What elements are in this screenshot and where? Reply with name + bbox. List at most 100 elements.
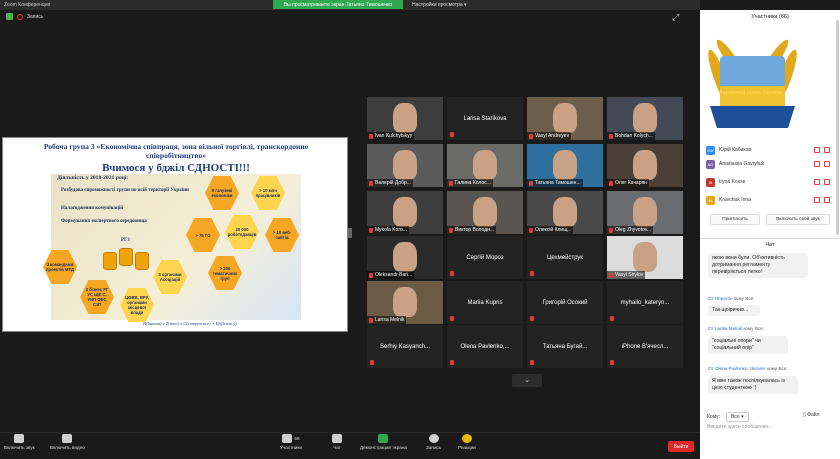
participants-scrollbar[interactable] [836, 20, 839, 235]
invite-button[interactable]: Пригласить [710, 214, 760, 225]
leave-meeting-button[interactable]: Выйти [668, 441, 694, 452]
participant-video [553, 197, 577, 227]
record-icon [428, 434, 439, 443]
participant-tile[interactable]: Serhiy Kasyanch... [367, 325, 443, 368]
participant-tile[interactable]: Татьяна Тимошен... [527, 144, 603, 187]
security-shield-icon[interactable] [6, 13, 13, 20]
chat-input[interactable]: Введите здесь сообщение... [707, 424, 832, 434]
participant-row[interactable]: AG Anastasiia Gavryliuk [706, 158, 834, 170]
window-title: Zoom Конференция [4, 2, 51, 8]
participant-tile[interactable]: Галина Колос... [447, 144, 523, 187]
participant-tile[interactable]: Виктор Володи... [447, 191, 523, 234]
gallery-next-page-button[interactable]: ⌄ [512, 374, 542, 387]
participant-row[interactable]: KI Kravchuk Inna [706, 194, 834, 206]
avatar: ЮК [706, 145, 715, 155]
chat-recipient: кому Все: [733, 296, 755, 301]
participant-tile[interactable]: Vasyl Andreyev [527, 97, 603, 140]
mic-muted-icon [610, 316, 614, 321]
participant-tile[interactable]: Сергій Мороз [447, 236, 523, 279]
participant-name-text: Татьяна Тимошен... [535, 180, 581, 186]
mic-muted-icon [369, 317, 373, 323]
participant-tile[interactable]: Oleg Zhyvotov... [607, 191, 683, 234]
participant-row-name: Iryna Kosse [719, 179, 746, 185]
participant-tile[interactable]: myhailo_kateryn... [607, 281, 683, 324]
mic-muted-icon [529, 180, 533, 186]
honey-jars-image: РГ3 [103, 238, 163, 278]
participant-tile[interactable]: Олег Качарян [607, 144, 683, 187]
participant-tile[interactable]: Larisa Starikova [447, 97, 523, 140]
record-button[interactable]: Запись [426, 434, 441, 450]
participant-name-text: Oleksandr Bari... [375, 272, 413, 278]
record-dot-icon [17, 13, 23, 20]
chat-button[interactable]: Чат [332, 434, 342, 450]
participant-video [553, 103, 577, 133]
participant-tile[interactable]: Larisa Melnik [367, 281, 443, 324]
view-options-button[interactable]: Настройки просмотра ▾ [412, 0, 467, 9]
participant-name: Ivan Kulchytskyy [367, 132, 415, 140]
share-screen-button[interactable]: Демонстрация экрана [360, 434, 407, 450]
participant-tile[interactable]: Mariia Kupris [447, 281, 523, 324]
participant-tile[interactable]: Олексій Клищ... [527, 191, 603, 234]
chat-message-meta: От Larisa Melnik кому Все: [708, 326, 764, 331]
reactions-button[interactable]: Реакции [458, 434, 476, 450]
sharing-banner: Вы просматриваете экран Татьяна Тимошенк… [273, 0, 403, 9]
participant-name-text: Сергій Мороз [466, 254, 504, 261]
mic-muted-icon [530, 316, 534, 321]
video-button[interactable]: Включить видео [50, 434, 85, 450]
mic-muted-icon [814, 179, 820, 185]
participant-tile[interactable]: iPhone B'ячесл... [607, 325, 683, 368]
unmute-me-button[interactable]: Включить свой звук [766, 214, 830, 225]
participant-status-icons [814, 179, 830, 185]
participant-status-icons [814, 197, 830, 203]
split-resize-handle[interactable] [348, 228, 352, 238]
participant-tile[interactable]: Григорій Осокий [527, 281, 603, 324]
mic-muted-icon [814, 161, 820, 167]
participant-tile[interactable]: Татьяна Бугай... [527, 325, 603, 368]
video-off-icon [62, 434, 73, 443]
share-screen-icon [378, 434, 389, 443]
mic-muted-icon [610, 360, 614, 365]
mic-muted-icon [609, 227, 613, 233]
participant-name-text: Bohdan Kolych... [615, 133, 653, 139]
participant-name-text: Григорій Осокий [542, 299, 588, 306]
chat-sender: От Larisa Melnik [708, 326, 743, 331]
video-off-icon [824, 147, 830, 153]
mute-button[interactable]: Включить звук [4, 434, 35, 450]
participant-tile[interactable]: Цехмейструк [527, 236, 603, 279]
to-dropdown[interactable]: Все ▾ [726, 412, 749, 422]
participant-tile[interactable]: Ivan Kulchytskyy [367, 97, 443, 140]
participant-row[interactable]: IK Iryna Kosse [706, 176, 834, 188]
participant-name-text: Валерій Добр... [375, 180, 411, 186]
participant-name-text: Татьяна Бугай... [542, 343, 588, 350]
participants-icon [282, 434, 293, 443]
participant-name-text: iPhone B'ячесл... [621, 343, 669, 350]
participant-row-name: Юрій Кабаков [719, 147, 752, 153]
fullscreen-icon[interactable]: ⤢ [672, 12, 679, 23]
slide-bullet: Формування експертного середовища [61, 219, 147, 224]
participants-button[interactable]: 66 Участники [280, 434, 302, 450]
participant-name-text: Serhiy Kasyanch... [379, 343, 431, 350]
participant-video [393, 150, 417, 180]
participant-tile[interactable]: Валерій Добр... [367, 144, 443, 187]
participant-tile[interactable]: Bohdan Kolych... [607, 97, 683, 140]
file-button[interactable]: ▯ Файл [803, 412, 819, 418]
participant-row[interactable]: ЮК Юрій Кабаков [706, 144, 834, 156]
participant-name-text: Oleg Zhyvotov... [615, 227, 652, 233]
participant-video [553, 150, 577, 180]
mic-muted-icon [369, 133, 373, 139]
video-off-icon [824, 197, 830, 203]
participant-name: Валерій Добр... [367, 179, 413, 187]
mic-muted-icon [609, 272, 613, 278]
participant-name: Vasyl Shylov [607, 271, 646, 279]
mic-muted-icon [369, 180, 373, 186]
chat-recipient-selector: Кому: Все ▾ [707, 412, 749, 422]
mic-muted-icon [370, 360, 374, 365]
participant-tile[interactable]: Mykola Koro... [367, 191, 443, 234]
participant-name-text: Виктор Володи... [455, 227, 495, 233]
chat-title: Чат [700, 238, 840, 250]
participant-tile[interactable]: Vasyl Shylov [607, 236, 683, 279]
participant-tile[interactable]: Olena Pavlenko,... [447, 325, 523, 368]
participant-tile[interactable]: Oleksandr Bari... [367, 236, 443, 279]
participant-video [633, 150, 657, 180]
participant-video [473, 150, 497, 180]
